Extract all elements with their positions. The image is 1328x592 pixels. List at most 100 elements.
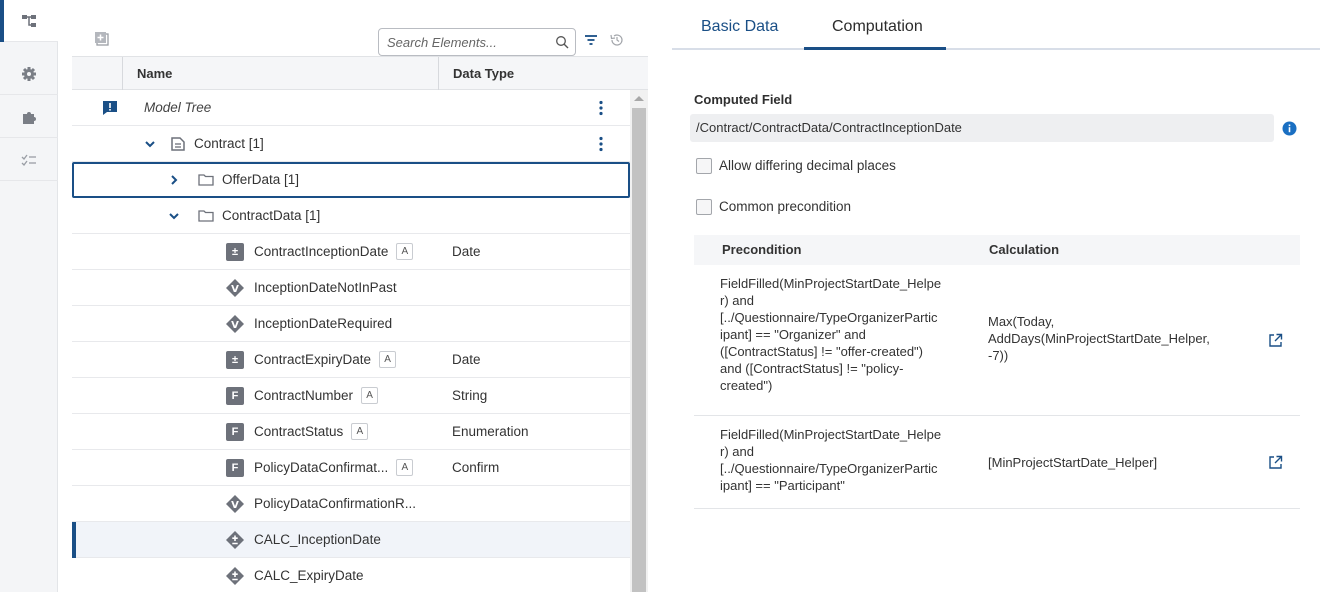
calculation-line: [MinProjectStartDate_Helper] <box>988 455 1158 470</box>
search-icon[interactable] <box>555 35 569 49</box>
computed-field-value[interactable]: /Contract/ContractData/ContractInception… <box>690 114 1274 142</box>
scroll-up-arrow-icon[interactable] <box>634 96 644 101</box>
comment-icon <box>103 101 117 115</box>
tree-row-datatype: Date <box>452 244 481 259</box>
tree-row-contractdata[interactable]: ContractData [1] <box>72 198 630 234</box>
model-tree-panel: Name Data Type Model Tree <box>72 0 648 592</box>
tree-row-label: PolicyDataConfirmat... <box>254 460 389 475</box>
calculation-header: Calculation <box>989 242 1060 257</box>
rail-item-extensions[interactable] <box>0 96 58 138</box>
details-panel: Basic Data Computation Computed Field /C… <box>672 0 1328 592</box>
folder-icon <box>198 174 214 186</box>
open-external-icon[interactable] <box>1268 455 1283 470</box>
tree-row-label: ContractNumber <box>254 388 354 403</box>
precondition-line: [../Questionnaire/TypeOrganizerPartic <box>720 310 938 325</box>
tree-row-label: PolicyDataConfirmationR... <box>254 496 417 511</box>
column-name-header[interactable]: Name <box>122 57 438 90</box>
allow-decimals-checkbox[interactable] <box>696 158 712 174</box>
search-box <box>378 28 576 56</box>
precondition-line: created") <box>720 378 773 393</box>
history-icon[interactable] <box>609 32 625 48</box>
tree-row-contractexpirydate[interactable]: ± ContractExpiryDate A Date <box>72 342 630 378</box>
tree-row-label: ContractInceptionDate <box>254 244 389 259</box>
tree-row-policydataconfirmationrequired[interactable]: V PolicyDataConfirmationR... <box>72 486 630 522</box>
column-datatype-header[interactable]: Data Type <box>438 57 630 90</box>
folder-icon <box>198 210 214 222</box>
attribute-badge: A <box>379 350 397 368</box>
computation-icon <box>226 531 244 549</box>
precondition-line: ipant] == "Participant" <box>720 478 845 493</box>
tree-row-label-wrap: PolicyDataConfirmat... A <box>254 450 414 486</box>
allow-decimals-label: Allow differing decimal places <box>719 158 896 173</box>
row-menu-icon[interactable] <box>599 136 603 152</box>
tree-row-contractnumber[interactable]: F ContractNumber A String <box>72 378 630 414</box>
plus-minus-field-icon: ± <box>226 351 244 369</box>
chevron-down-icon[interactable] <box>144 138 156 150</box>
tree-row-label-wrap: ContractStatus A <box>254 414 369 450</box>
tree-row-offerdata[interactable]: OfferData [1] <box>72 162 630 198</box>
attribute-badge: A <box>361 386 379 404</box>
filter-icon[interactable] <box>584 33 598 47</box>
chevron-down-icon[interactable] <box>168 210 180 222</box>
attribute-badge: A <box>396 242 414 260</box>
field-icon: F <box>226 387 244 405</box>
rail-item-settings[interactable] <box>0 53 58 95</box>
tree-row-label: InceptionDateRequired <box>254 316 393 331</box>
attribute-badge: A <box>396 458 414 476</box>
tree-rows: Model Tree Contract [1] OfferData [1] Co… <box>72 90 630 592</box>
validation-icon: V <box>226 495 244 513</box>
tree-row-calc-expirydate[interactable]: CALC_ExpiryDate <box>72 558 630 592</box>
tree-row-label: InceptionDateNotInPast <box>254 280 397 295</box>
tree-row-model-tree[interactable]: Model Tree <box>72 90 630 126</box>
rail-item-checklist[interactable] <box>0 139 58 181</box>
scrollbar-thumb[interactable] <box>632 108 646 592</box>
table-row[interactable]: FieldFilled(MinProjectStartDate_Helpe r)… <box>694 416 1300 509</box>
tree-row-calc-inceptiondate[interactable]: CALC_InceptionDate <box>72 522 630 558</box>
tree-row-contract[interactable]: Contract [1] <box>72 126 630 162</box>
chevron-right-icon[interactable] <box>168 174 180 186</box>
tree-row-inceptiondatenotinpast[interactable]: V InceptionDateNotInPast <box>72 270 630 306</box>
calculation-line: -7)) <box>988 348 1009 363</box>
tree-row-contractinceptiondate[interactable]: ± ContractInceptionDate A Date <box>72 234 630 270</box>
computed-field-label: Computed Field <box>694 92 793 107</box>
row-menu-icon[interactable] <box>599 100 603 116</box>
tree-row-label: OfferData [1] <box>222 172 300 187</box>
tree-row-label-wrap: ContractNumber A <box>254 378 379 414</box>
tree-row-label: Contract [1] <box>194 136 264 151</box>
tree-row-label: CALC_ExpiryDate <box>254 568 364 583</box>
plus-minus-field-icon: ± <box>226 243 244 261</box>
document-icon <box>171 137 185 151</box>
info-icon[interactable] <box>1282 121 1297 136</box>
calculation-cell: [MinProjectStartDate_Helper] <box>988 454 1244 471</box>
tab-basic-data[interactable]: Basic Data <box>701 16 778 38</box>
field-icon: F <box>226 423 244 441</box>
active-tab-indicator <box>804 47 946 50</box>
common-precondition-checkbox[interactable] <box>696 199 712 215</box>
tree-row-inceptiondaterequired[interactable]: V InceptionDateRequired <box>72 306 630 342</box>
checklist-icon <box>21 154 36 166</box>
add-element-icon[interactable] <box>94 31 110 47</box>
search-input[interactable] <box>387 33 547 51</box>
tree-scrollbar[interactable] <box>630 90 648 592</box>
validation-icon: V <box>226 279 244 297</box>
rail-item-tree[interactable] <box>0 0 58 42</box>
precondition-cell: FieldFilled(MinProjectStartDate_Helpe r)… <box>720 275 974 394</box>
open-external-icon[interactable] <box>1268 333 1283 348</box>
tree-row-label-wrap: ContractInceptionDate A <box>254 234 414 270</box>
tree-row-contractstatus[interactable]: F ContractStatus A Enumeration <box>72 414 630 450</box>
precondition-line: FieldFilled(MinProjectStartDate_Helpe <box>720 276 942 291</box>
precondition-line: ipant] == "Organizer" and <box>720 327 866 342</box>
tab-computation[interactable]: Computation <box>832 16 923 38</box>
table-row[interactable]: FieldFilled(MinProjectStartDate_Helpe r)… <box>694 265 1300 416</box>
tree-row-policydataconfirmation[interactable]: F PolicyDataConfirmat... A Confirm <box>72 450 630 486</box>
tree-toolbar <box>72 20 648 60</box>
tree-row-datatype: Enumeration <box>452 424 529 439</box>
tree-row-label: CALC_InceptionDate <box>254 532 381 547</box>
calculation-table-header: Precondition Calculation <box>694 235 1300 265</box>
precondition-line: FieldFilled(MinProjectStartDate_Helpe <box>720 427 942 442</box>
precondition-line: and ([ContractStatus] != "policy- <box>720 361 904 376</box>
attribute-badge: A <box>351 422 369 440</box>
svg-text:V: V <box>231 284 239 295</box>
tree-row-datatype: String <box>452 388 488 403</box>
tree-row-label: Model Tree <box>144 100 212 115</box>
